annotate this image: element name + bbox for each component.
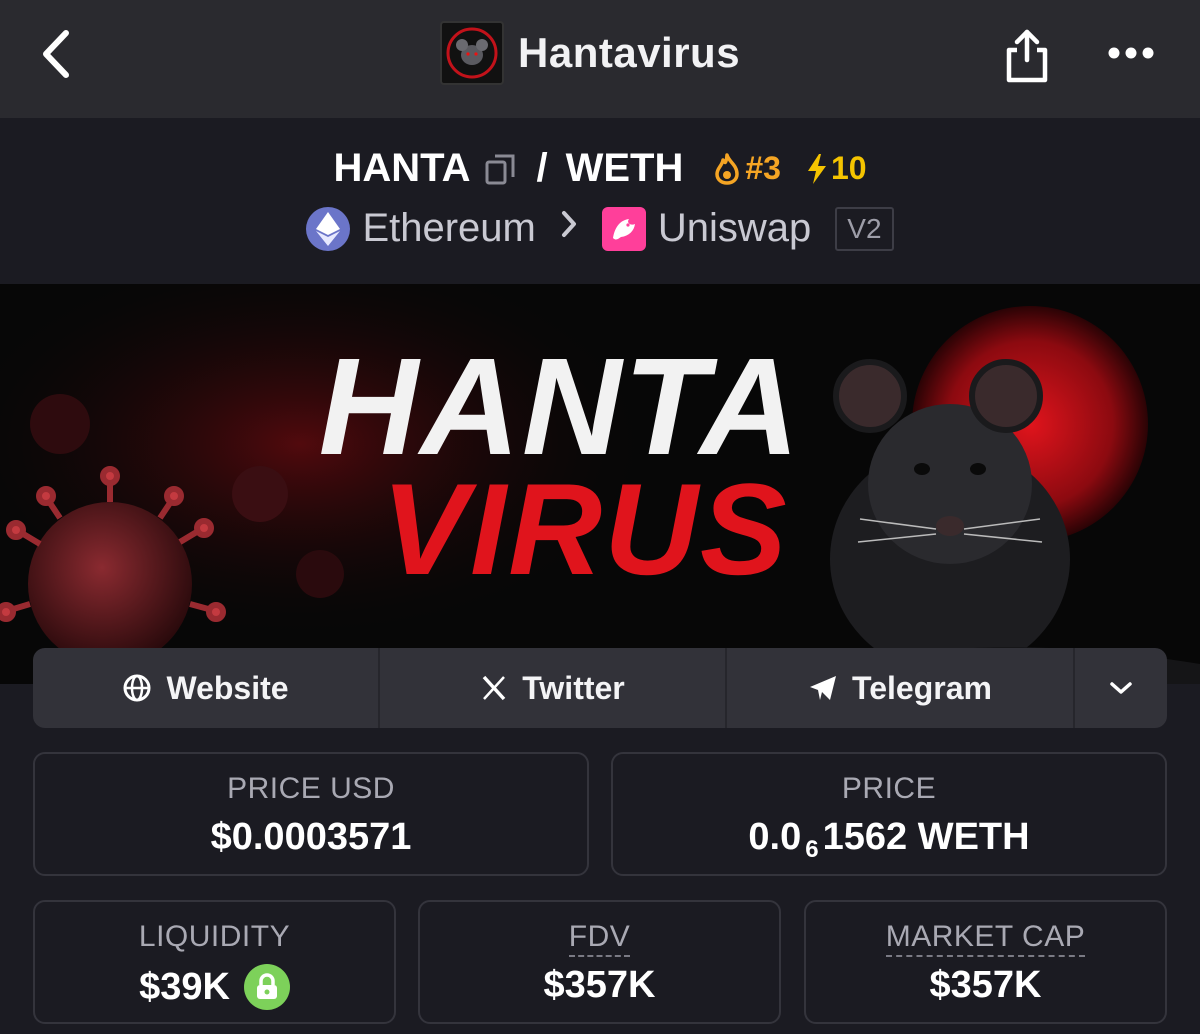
website-button[interactable]: Website (33, 648, 380, 728)
copy-address-button[interactable] (484, 152, 518, 186)
price-native-card: PRICE 0.0 6 1562 WETH (611, 752, 1167, 876)
fdv-value: $357K (543, 964, 656, 1006)
liquidity-label: LIQUIDITY (138, 920, 291, 953)
fdv-card: FDV $357K (418, 900, 781, 1024)
pair-separator: / (536, 146, 548, 190)
back-button[interactable] (30, 24, 80, 84)
banner-text-line2: VIRUS (381, 456, 788, 602)
dex-name[interactable]: Uniswap (658, 206, 811, 251)
liquidity-card: LIQUIDITY $39K (33, 900, 396, 1024)
share-icon (1006, 29, 1048, 83)
more-options-button[interactable] (1100, 30, 1162, 76)
token-banner-image: HANTA VIRUS (0, 284, 1200, 684)
chevron-down-icon (1110, 682, 1132, 694)
liquidity-locked-button[interactable] (243, 964, 290, 1010)
twitter-button[interactable]: Twitter (380, 648, 727, 728)
liquidity-value: $39K (139, 965, 230, 1008)
copy-icon (485, 154, 515, 184)
globe-icon (123, 674, 151, 702)
twitter-label: Twitter (522, 669, 625, 706)
price-usd-value: $0.0003571 (210, 816, 412, 858)
token-title-group: Hantavirus (440, 20, 740, 86)
quote-token-symbol: WETH (565, 146, 684, 190)
x-logo-icon (482, 675, 506, 701)
fdv-label[interactable]: FDV (568, 920, 631, 957)
base-token-symbol: HANTA (333, 146, 471, 190)
price-usd-label: PRICE USD (227, 772, 395, 805)
flame-icon (715, 152, 740, 185)
chevron-left-icon (43, 30, 69, 78)
price-native-suffix: 1562 WETH (822, 816, 1030, 858)
market-cap-value: $357K (929, 964, 1042, 1006)
pair-header: HANTA / WETH #3 10 Ethereum Uniswap V2 (0, 118, 1200, 284)
rat-logo-icon (446, 27, 498, 79)
chain-name[interactable]: Ethereum (362, 206, 535, 251)
social-links-bar: Website Twitter Telegram (33, 648, 1167, 728)
more-links-button[interactable] (1075, 648, 1167, 728)
trending-rank-badge[interactable]: #3 (713, 150, 781, 187)
price-usd-card: PRICE USD $0.0003571 (33, 752, 589, 876)
dex-version-badge: V2 (835, 206, 894, 251)
boost-count: 10 (830, 150, 867, 186)
uniswap-icon (601, 206, 646, 251)
trending-rank-value: #3 (745, 150, 781, 186)
price-native-label: PRICE (841, 772, 937, 805)
chevron-right-icon (560, 209, 578, 248)
price-native-prefix: 0.0 (748, 816, 802, 858)
lock-icon (256, 973, 277, 999)
telegram-button[interactable]: Telegram (727, 648, 1075, 728)
telegram-label: Telegram (852, 669, 992, 706)
more-horizontal-icon (1108, 47, 1154, 59)
price-native-zero-count: 6 (805, 835, 819, 863)
boost-badge[interactable]: 10 (805, 150, 867, 187)
market-cap-label[interactable]: MARKET CAP (885, 920, 1086, 957)
market-cap-card: MARKET CAP $357K (804, 900, 1167, 1024)
token-logo (440, 21, 504, 85)
share-button[interactable] (996, 18, 1058, 88)
pair-name-row: HANTA / WETH #3 10 (0, 146, 1200, 191)
ethereum-icon (306, 206, 351, 251)
chain-dex-row: Ethereum Uniswap V2 (0, 206, 1200, 251)
lightning-icon (807, 153, 826, 184)
page-title: Hantavirus (518, 29, 741, 76)
top-nav-bar: Hantavirus (0, 0, 1200, 118)
telegram-icon (810, 676, 837, 700)
price-native-value: 0.0 6 1562 WETH (613, 816, 1165, 863)
website-label: Website (166, 669, 289, 706)
